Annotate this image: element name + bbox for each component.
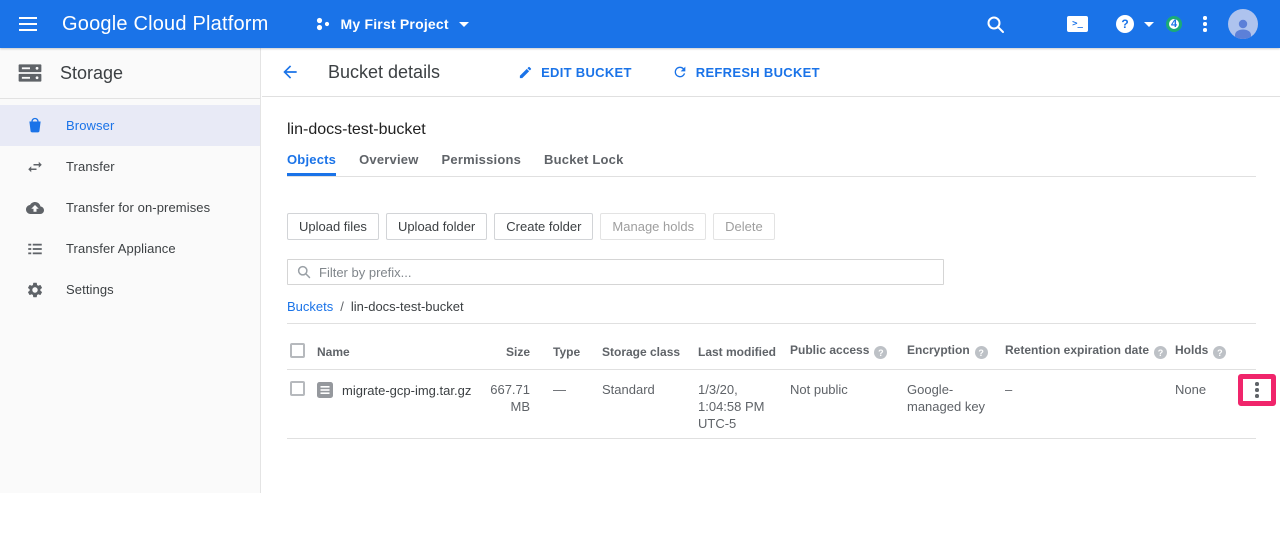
sidebar: Storage Browser Transfer Transfer for on…	[0, 48, 261, 493]
sidebar-header: Storage	[0, 48, 260, 99]
object-encryption: Google-managed key	[907, 381, 1005, 438]
col-header-storage-class: Storage class	[602, 345, 698, 369]
sidebar-item-label: Transfer for on-premises	[66, 200, 210, 215]
sidebar-title: Storage	[60, 63, 123, 84]
tab-overview[interactable]: Overview	[359, 152, 418, 176]
col-header-retention-expiration-date: Retention expiration date?	[1005, 343, 1175, 370]
help-icon[interactable]: ?	[1213, 346, 1226, 359]
sidebar-nav: Browser Transfer Transfer for on-premise…	[0, 99, 260, 310]
edit-bucket-button[interactable]: EDIT BUCKET	[518, 65, 632, 80]
storage-product-icon	[17, 60, 43, 86]
appliance-list-icon	[26, 240, 46, 258]
cloud-upload-icon	[26, 199, 46, 217]
sidebar-item-settings[interactable]: Settings	[0, 269, 260, 310]
search-icon	[296, 264, 311, 284]
top-app-bar: Google Cloud Platform My First Project >…	[0, 0, 1280, 48]
object-public-access: Not public	[790, 381, 907, 438]
object-storage-class: Standard	[602, 381, 698, 438]
swap-arrows-icon	[26, 158, 46, 176]
help-icon[interactable]: ?	[1154, 346, 1167, 359]
bucket-tabs: Objects Overview Permissions Bucket Lock	[287, 152, 1256, 177]
page-header: Bucket details EDIT BUCKET REFRESH BUCKE…	[262, 48, 1280, 97]
filter-by-prefix-input[interactable]	[287, 259, 944, 285]
upload-folder-button[interactable]: Upload folder	[386, 213, 487, 240]
sidebar-item-label: Transfer	[66, 159, 115, 174]
project-name: My First Project	[341, 16, 449, 32]
tab-objects[interactable]: Objects	[287, 152, 336, 176]
breadcrumb-separator: /	[340, 299, 344, 314]
pencil-icon	[518, 65, 533, 80]
row-checkbox[interactable]	[290, 381, 305, 396]
sidebar-item-label: Transfer Appliance	[66, 241, 176, 256]
cloud-shell-icon[interactable]: >_	[1067, 16, 1088, 32]
row-more-options-icon[interactable]	[1253, 380, 1261, 400]
notifications-badge[interactable]: 4	[1166, 16, 1182, 32]
product-logo[interactable]: Google Cloud Platform	[62, 13, 269, 36]
create-folder-button[interactable]: Create folder	[494, 213, 593, 240]
sidebar-item-browser[interactable]: Browser	[0, 105, 260, 146]
help-icon[interactable]: ?	[975, 346, 988, 359]
table-row: migrate-gcp-img.tar.gz 667.71 MB — Stand…	[287, 370, 1256, 439]
bucket-icon	[26, 117, 46, 135]
manage-holds-button: Manage holds	[600, 213, 706, 240]
chevron-down-icon	[459, 22, 469, 27]
object-retention-expiration-date: –	[1005, 381, 1175, 438]
bucket-name-title: lin-docs-test-bucket	[287, 121, 1256, 139]
refresh-icon	[672, 64, 688, 80]
help-icon[interactable]: ?	[874, 346, 887, 359]
gear-icon	[26, 281, 46, 299]
back-arrow-icon[interactable]	[280, 61, 302, 83]
col-header-size: Size	[485, 345, 530, 369]
object-size: 667.71 MB	[485, 381, 530, 438]
objects-table: Name Size Type Storage class Last modifi…	[287, 324, 1256, 439]
object-type: —	[530, 381, 602, 438]
object-last-modified: 1/3/20, 1:04:58 PM UTC-5	[698, 381, 790, 438]
project-icon	[315, 16, 331, 32]
sidebar-item-transfer-on-premises[interactable]: Transfer for on-premises	[0, 187, 260, 228]
help-icon: ?	[1116, 15, 1134, 33]
sidebar-item-transfer[interactable]: Transfer	[0, 146, 260, 187]
breadcrumb: Buckets / lin-docs-test-bucket	[287, 299, 1256, 314]
topbar-actions: >_ ? 4	[985, 9, 1280, 39]
page-title: Bucket details	[328, 62, 440, 83]
refresh-bucket-button[interactable]: REFRESH BUCKET	[672, 64, 820, 80]
hamburger-menu-icon[interactable]	[18, 15, 40, 33]
breadcrumb-buckets-link[interactable]: Buckets	[287, 299, 333, 314]
col-header-name: Name	[317, 345, 485, 369]
object-name-link[interactable]: migrate-gcp-img.tar.gz	[342, 382, 471, 399]
col-header-encryption: Encryption?	[907, 343, 1005, 370]
more-options-icon[interactable]	[1200, 16, 1210, 32]
avatar[interactable]	[1228, 9, 1258, 39]
edit-bucket-label: EDIT BUCKET	[541, 65, 632, 80]
object-holds: None	[1175, 381, 1238, 438]
chevron-down-icon	[1144, 22, 1154, 27]
help-menu[interactable]: ?	[1116, 15, 1154, 33]
refresh-bucket-label: REFRESH BUCKET	[696, 65, 820, 80]
col-header-holds: Holds?	[1175, 343, 1238, 370]
project-switcher[interactable]: My First Project	[315, 16, 469, 32]
col-header-last-modified: Last modified	[698, 345, 790, 369]
search-icon[interactable]	[985, 14, 1005, 34]
col-header-type: Type	[530, 345, 602, 369]
main-content: Bucket details EDIT BUCKET REFRESH BUCKE…	[262, 48, 1280, 439]
file-icon	[317, 382, 333, 402]
select-all-checkbox[interactable]	[290, 343, 305, 358]
table-header-row: Name Size Type Storage class Last modifi…	[287, 324, 1256, 370]
tab-bucket-lock[interactable]: Bucket Lock	[544, 152, 624, 176]
sidebar-item-transfer-appliance[interactable]: Transfer Appliance	[0, 228, 260, 269]
breadcrumb-current: lin-docs-test-bucket	[351, 299, 464, 314]
filter-field-wrap	[287, 259, 944, 285]
sidebar-item-label: Browser	[66, 118, 114, 133]
tab-permissions[interactable]: Permissions	[442, 152, 522, 176]
annotation-highlight-box	[1238, 374, 1276, 406]
objects-toolbar: Upload files Upload folder Create folder…	[287, 213, 1256, 240]
sidebar-item-label: Settings	[66, 282, 114, 297]
delete-button: Delete	[713, 213, 775, 240]
col-header-public-access: Public access?	[790, 343, 907, 370]
upload-files-button[interactable]: Upload files	[287, 213, 379, 240]
